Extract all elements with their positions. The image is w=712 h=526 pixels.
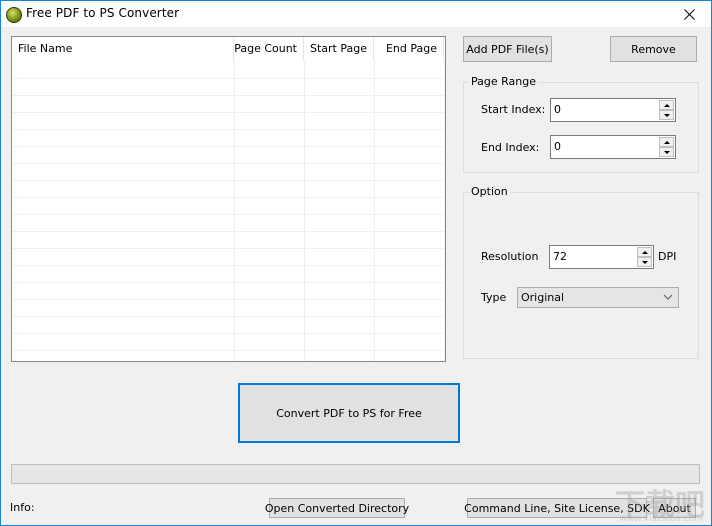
start-index-spinner[interactable]: 0 bbox=[550, 98, 676, 122]
start-index-value[interactable]: 0 bbox=[554, 103, 561, 116]
arrow-up-icon bbox=[641, 250, 648, 254]
arrow-down-icon bbox=[663, 113, 670, 117]
resolution-up-button[interactable] bbox=[637, 247, 652, 257]
type-dropdown[interactable]: Original bbox=[517, 287, 679, 308]
start-index-arrows bbox=[659, 100, 674, 120]
grid-row-line bbox=[12, 112, 445, 113]
resolution-spinner[interactable]: 72 bbox=[549, 245, 654, 269]
column-header-start-page[interactable]: Start Page bbox=[304, 37, 374, 61]
close-icon bbox=[683, 8, 695, 20]
resolution-arrows bbox=[637, 247, 652, 267]
resolution-value[interactable]: 72 bbox=[553, 250, 567, 263]
end-index-spinner[interactable]: 0 bbox=[550, 135, 676, 159]
arrow-down-icon bbox=[663, 150, 670, 154]
column-header-page-count[interactable]: Page Count bbox=[234, 37, 304, 61]
start-index-down-button[interactable] bbox=[659, 110, 674, 120]
chevron-down-icon bbox=[663, 294, 673, 300]
progress-bar bbox=[11, 464, 700, 484]
column-header-end-page[interactable]: End Page bbox=[374, 37, 444, 61]
watermark-url: www.xiazaiba.com bbox=[619, 514, 703, 524]
end-index-arrows bbox=[659, 137, 674, 157]
option-group bbox=[463, 192, 699, 359]
open-converted-directory-button[interactable]: Open Converted Directory bbox=[265, 498, 409, 518]
file-list-header: File Name Page Count Start Page End Page bbox=[12, 37, 445, 61]
grid-row-line bbox=[12, 214, 445, 215]
type-selected-value: Original bbox=[521, 291, 565, 304]
title-bar: Free PDF to PS Converter bbox=[1, 1, 711, 27]
grid-row-line bbox=[12, 265, 445, 266]
app-window: Free PDF to PS Converter File Name Page … bbox=[0, 0, 712, 526]
arrow-up-icon bbox=[663, 140, 670, 144]
close-button[interactable] bbox=[667, 1, 711, 27]
grid-row-line bbox=[12, 299, 445, 300]
convert-button[interactable]: Convert PDF to PS for Free bbox=[238, 383, 460, 443]
grid-row-line bbox=[12, 180, 445, 181]
start-index-label: Start Index: bbox=[481, 103, 546, 116]
start-index-up-button[interactable] bbox=[659, 100, 674, 110]
resolution-down-button[interactable] bbox=[637, 257, 652, 267]
grid-row-line bbox=[12, 282, 445, 283]
resolution-unit: DPI bbox=[658, 250, 677, 263]
option-label: Option bbox=[469, 185, 510, 198]
end-index-down-button[interactable] bbox=[659, 147, 674, 157]
grid-row-line bbox=[12, 231, 445, 232]
window-title: Free PDF to PS Converter bbox=[26, 6, 180, 20]
grid-row-line bbox=[12, 95, 445, 96]
end-index-label: End Index: bbox=[481, 141, 540, 154]
column-header-file-name[interactable]: File Name bbox=[12, 37, 234, 61]
end-index-up-button[interactable] bbox=[659, 137, 674, 147]
add-pdf-files-button[interactable]: Add PDF File(s) bbox=[463, 36, 552, 62]
resolution-label: Resolution bbox=[481, 250, 539, 263]
grid-row-line bbox=[12, 78, 445, 79]
grid-row-line bbox=[12, 197, 445, 198]
grid-row-line bbox=[12, 333, 445, 334]
grid-row-line bbox=[12, 129, 445, 130]
grid-row-line bbox=[12, 350, 445, 351]
page-range-label: Page Range bbox=[469, 75, 538, 88]
grid-row-line bbox=[12, 316, 445, 317]
arrow-up-icon bbox=[663, 103, 670, 107]
app-globe-icon bbox=[6, 7, 22, 23]
page-range-group bbox=[463, 82, 699, 173]
info-label: Info: bbox=[10, 501, 35, 514]
type-label: Type bbox=[481, 291, 507, 304]
remove-button[interactable]: Remove bbox=[610, 36, 697, 62]
arrow-down-icon bbox=[641, 260, 648, 264]
grid-row-line bbox=[12, 248, 445, 249]
end-index-value[interactable]: 0 bbox=[554, 140, 561, 153]
grid-row-line bbox=[12, 163, 445, 164]
file-list[interactable]: File Name Page Count Start Page End Page bbox=[11, 36, 446, 362]
grid-row-line bbox=[12, 146, 445, 147]
